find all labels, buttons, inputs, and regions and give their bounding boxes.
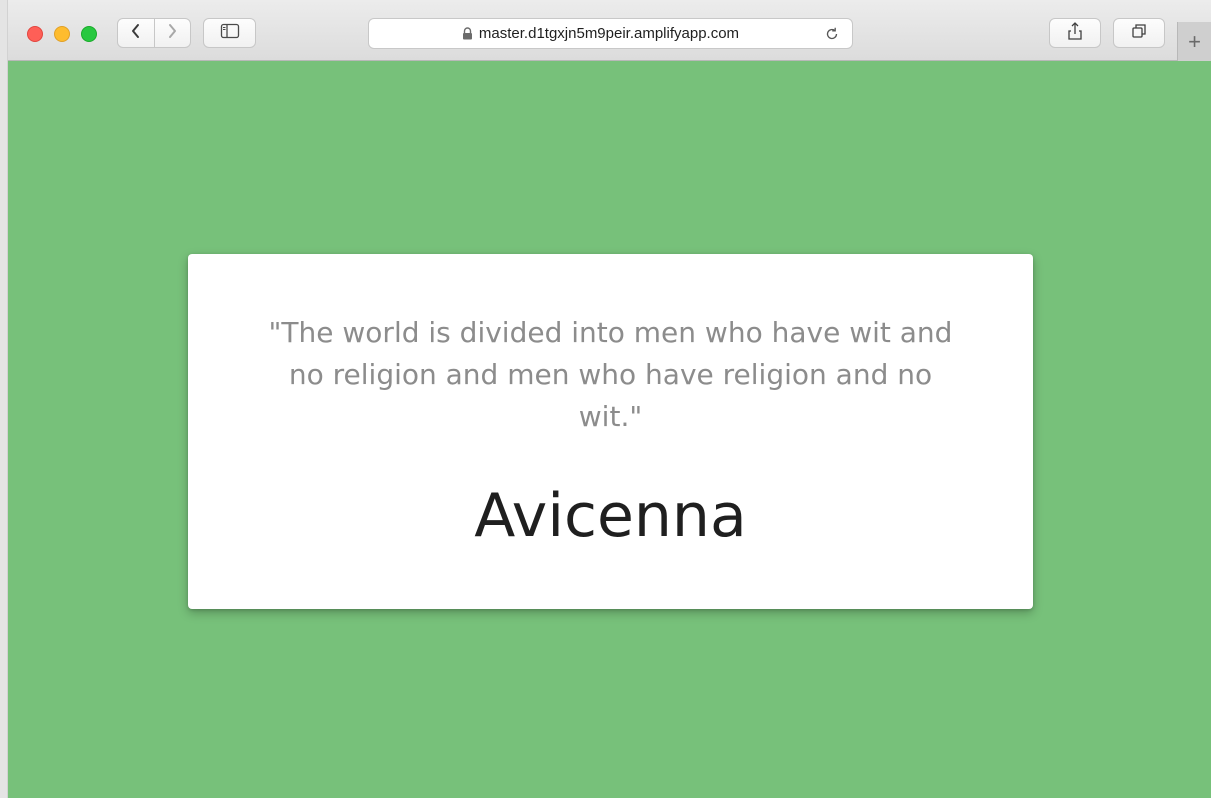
share-icon <box>1067 21 1083 46</box>
sidebar-icon <box>220 23 240 44</box>
minimize-window-button[interactable] <box>54 26 70 42</box>
chevron-right-icon <box>166 23 178 44</box>
quote-text: "The world is divided into men who have … <box>268 316 953 433</box>
chevron-left-icon <box>130 23 142 44</box>
window-left-edge <box>0 0 8 798</box>
sidebar-button[interactable] <box>203 18 256 48</box>
tab-overview-icon <box>1131 23 1147 44</box>
zoom-window-button[interactable] <box>81 26 97 42</box>
address-bar[interactable]: master.d1tgxjn5m9peir.amplifyapp.com <box>368 18 853 49</box>
plus-icon: + <box>1188 28 1201 54</box>
back-button[interactable] <box>118 19 154 47</box>
reload-icon[interactable] <box>824 26 840 47</box>
page-viewport: "The world is divided into men who have … <box>8 61 1211 798</box>
tab-overview-button[interactable] <box>1113 18 1165 48</box>
close-window-button[interactable] <box>27 26 43 42</box>
lock-icon <box>462 27 473 40</box>
quote-author: Avicenna <box>474 481 747 551</box>
share-button[interactable] <box>1049 18 1101 48</box>
quote-card: "The world is divided into men who have … <box>188 254 1033 609</box>
new-tab-button[interactable]: + <box>1177 22 1211 61</box>
address-url: master.d1tgxjn5m9peir.amplifyapp.com <box>478 25 740 42</box>
browser-toolbar: master.d1tgxjn5m9peir.amplifyapp.com + <box>8 0 1211 61</box>
forward-button[interactable] <box>153 19 191 47</box>
navigation-buttons <box>117 18 191 48</box>
browser-window: master.d1tgxjn5m9peir.amplifyapp.com + "… <box>0 0 1211 798</box>
